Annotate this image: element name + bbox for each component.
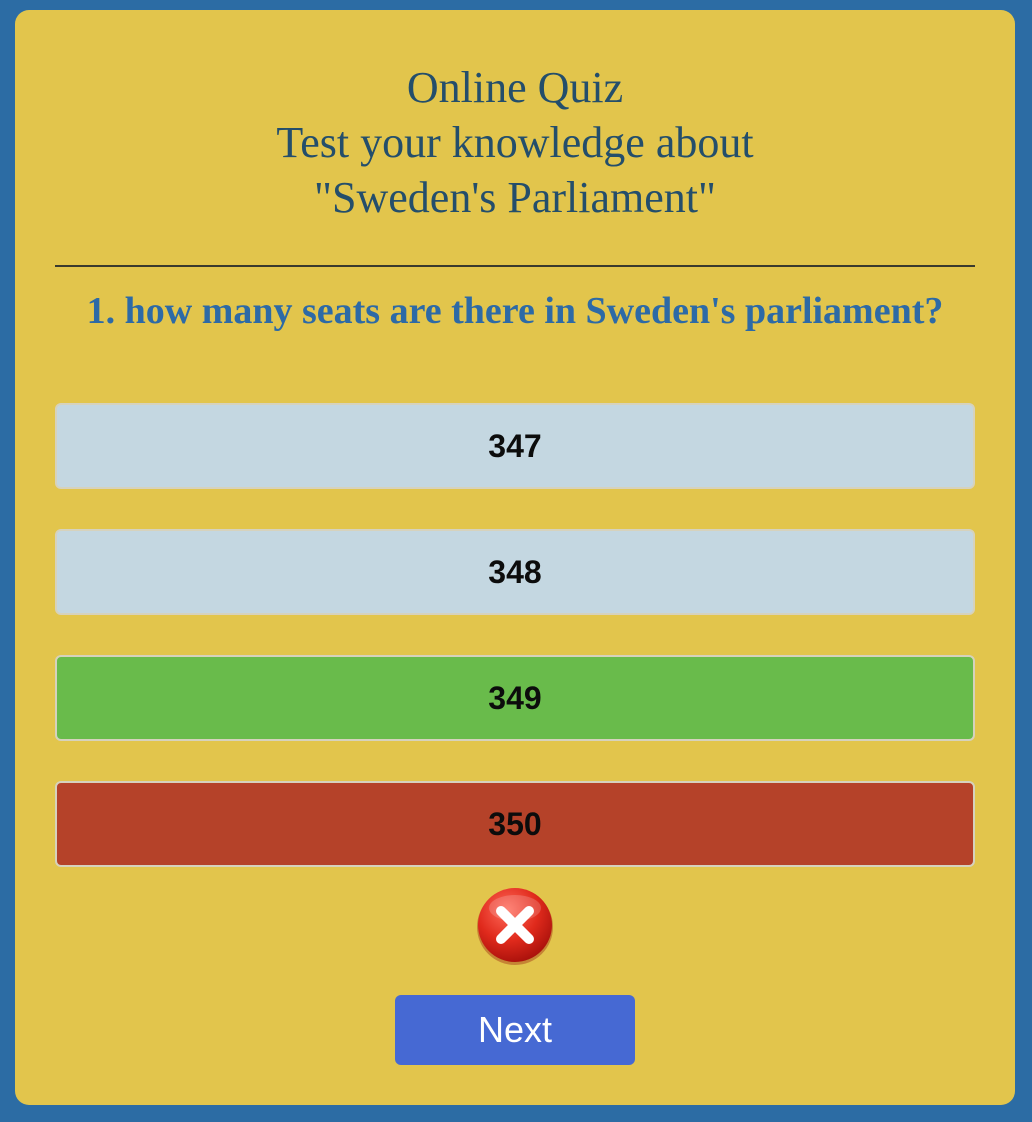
header-title: Online Quiz (406, 63, 624, 112)
answer-option-3-correct[interactable]: 349 (55, 655, 975, 741)
quiz-header: Online Quiz Test your knowledge about "S… (15, 60, 1015, 225)
question-text: 1. how many seats are there in Sweden's … (86, 290, 944, 332)
answer-option-2[interactable]: 348 (55, 529, 975, 615)
answer-option-label: 348 (488, 553, 542, 590)
answer-option-4-wrong[interactable]: 350 (55, 781, 975, 867)
answer-option-label: 347 (488, 427, 542, 464)
header-topic: "Sweden's Parliament" (314, 173, 716, 222)
next-button[interactable]: Next (395, 995, 635, 1065)
quiz-card: Online Quiz Test your knowledge about "S… (15, 10, 1015, 1105)
answer-option-label: 349 (488, 679, 542, 716)
header-divider (55, 265, 975, 267)
cross-mark-icon (475, 886, 555, 966)
answer-option-1[interactable]: 347 (55, 403, 975, 489)
answer-option-label: 350 (488, 805, 542, 842)
header-subtitle: Test your knowledge about (276, 118, 754, 167)
